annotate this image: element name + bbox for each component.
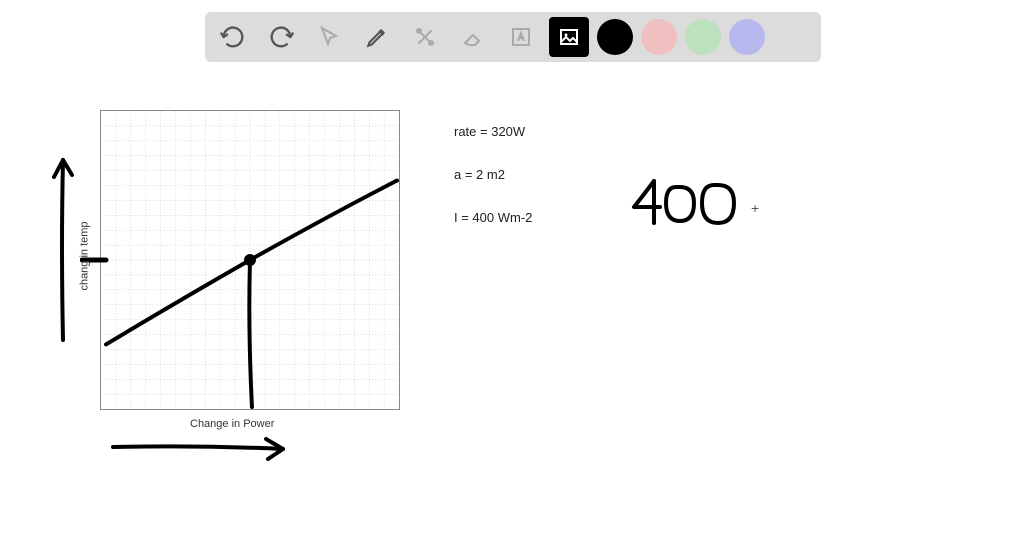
text-button[interactable]	[501, 17, 541, 57]
notes-block: rate = 320W a = 2 m2 I = 400 Wm-2	[454, 116, 532, 234]
redo-button[interactable]	[261, 17, 301, 57]
text-icon	[509, 25, 533, 49]
color-green[interactable]	[685, 19, 721, 55]
x-axis-label: Change in Power	[190, 418, 274, 430]
color-pink[interactable]	[641, 19, 677, 55]
grid-lines-icon	[101, 111, 399, 409]
note-line-3: I = 400 Wm-2	[454, 202, 532, 233]
image-icon	[557, 25, 581, 49]
eraser-button[interactable]	[453, 17, 493, 57]
cursor-crosshair-icon: +	[751, 200, 759, 216]
pencil-button[interactable]	[357, 17, 397, 57]
color-purple[interactable]	[729, 19, 765, 55]
x-axis-arrow	[108, 435, 293, 465]
canvas[interactable]: chang in temp Change in Power rate = 320…	[0, 70, 1024, 548]
tools-icon	[413, 25, 437, 49]
chart-grid	[100, 110, 400, 410]
handwritten-400	[626, 175, 756, 230]
color-black[interactable]	[597, 19, 633, 55]
y-axis-label: chang in temp	[79, 221, 91, 290]
toolbar	[205, 12, 821, 62]
eraser-icon	[461, 25, 485, 49]
tools-button[interactable]	[405, 17, 445, 57]
cursor-icon	[317, 25, 341, 49]
image-button[interactable]	[549, 17, 589, 57]
pencil-icon	[364, 24, 390, 50]
redo-icon	[267, 23, 295, 51]
y-axis-arrow	[48, 145, 78, 345]
note-line-2: a = 2 m2	[454, 159, 532, 190]
undo-icon	[219, 23, 247, 51]
undo-button[interactable]	[213, 17, 253, 57]
note-line-1: rate = 320W	[454, 116, 532, 147]
cursor-button[interactable]	[309, 17, 349, 57]
